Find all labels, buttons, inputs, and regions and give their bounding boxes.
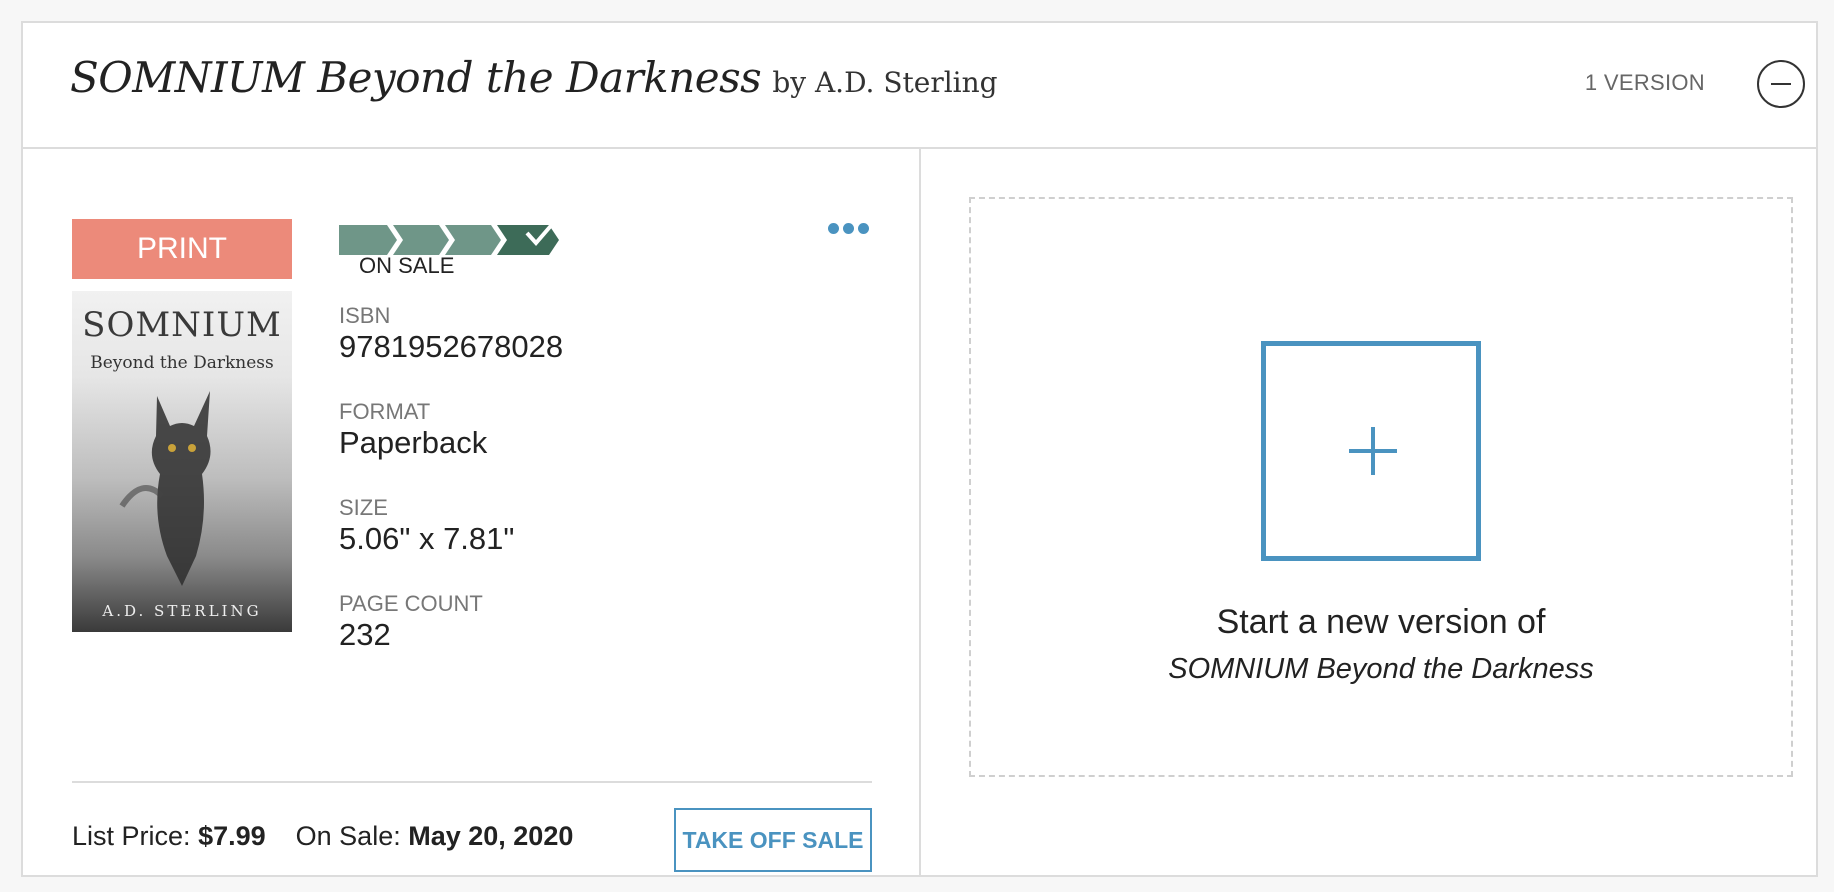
version-panel: PRINT SOMNIUM Beyond the Darkness A.D. S…	[23, 149, 921, 875]
field-value: 9781952678028	[339, 329, 564, 364]
new-version-dropzone[interactable]: Start a new version of SOMNIUM Beyond th…	[969, 197, 1793, 777]
list-price-value: $7.99	[198, 821, 266, 851]
take-off-sale-button[interactable]: TAKE OFF SALE	[674, 808, 872, 872]
status-progress-steps	[339, 219, 559, 255]
book-title: SOMNIUM Beyond the Darkness	[70, 53, 762, 102]
version-count: 1 VERSION	[1584, 70, 1705, 95]
book-byline: by A.D. Sterling	[772, 66, 998, 99]
status-step-3	[445, 225, 501, 255]
field-size: SIZE 5.06" x 7.81"	[339, 495, 514, 557]
field-value: Paperback	[339, 425, 488, 460]
field-label: FORMAT	[339, 399, 431, 424]
more-options-icon[interactable]	[828, 221, 876, 241]
cover-title: SOMNIUM	[82, 305, 282, 345]
book-header: SOMNIUM Beyond the Darkness by A.D. Ster…	[23, 23, 1816, 149]
format-tag: PRINT	[72, 219, 292, 279]
field-value: 5.06" x 7.81"	[339, 521, 515, 556]
field-value: 232	[339, 617, 391, 652]
list-price-label: List Price:	[72, 821, 191, 851]
add-version-plus-icon[interactable]	[1261, 341, 1481, 561]
divider	[72, 781, 872, 783]
new-version-prompt: Start a new version of	[1216, 603, 1546, 641]
on-sale-label: On Sale:	[295, 821, 401, 851]
collapse-minus-icon[interactable]	[1757, 60, 1805, 108]
field-label: ISBN	[339, 303, 391, 328]
book-title-line: SOMNIUM Beyond the Darkness by A.D. Ster…	[70, 53, 998, 102]
field-label: SIZE	[339, 495, 388, 520]
field-format: FORMAT Paperback	[339, 399, 487, 461]
field-isbn: ISBN 9781952678028	[339, 303, 563, 365]
price-row: List Price: $7.99 On Sale: May 20, 2020	[72, 821, 573, 852]
status-step-2	[393, 225, 449, 255]
on-sale-date: May 20, 2020	[408, 821, 574, 851]
book-card: SOMNIUM Beyond the Darkness by A.D. Ster…	[21, 21, 1818, 877]
book-cover-image: SOMNIUM Beyond the Darkness A.D. STERLIN…	[72, 291, 292, 632]
cover-author: A.D. STERLING	[102, 602, 262, 620]
new-version-book-title: SOMNIUM Beyond the Darkness	[1168, 653, 1594, 685]
field-label: PAGE COUNT	[339, 591, 483, 616]
status-step-1	[339, 225, 397, 255]
cat-illustration-icon	[119, 391, 211, 586]
field-page-count: PAGE COUNT 232	[339, 591, 483, 653]
cover-subtitle: Beyond the Darkness	[90, 353, 274, 373]
status-label: ON SALE	[359, 253, 455, 278]
